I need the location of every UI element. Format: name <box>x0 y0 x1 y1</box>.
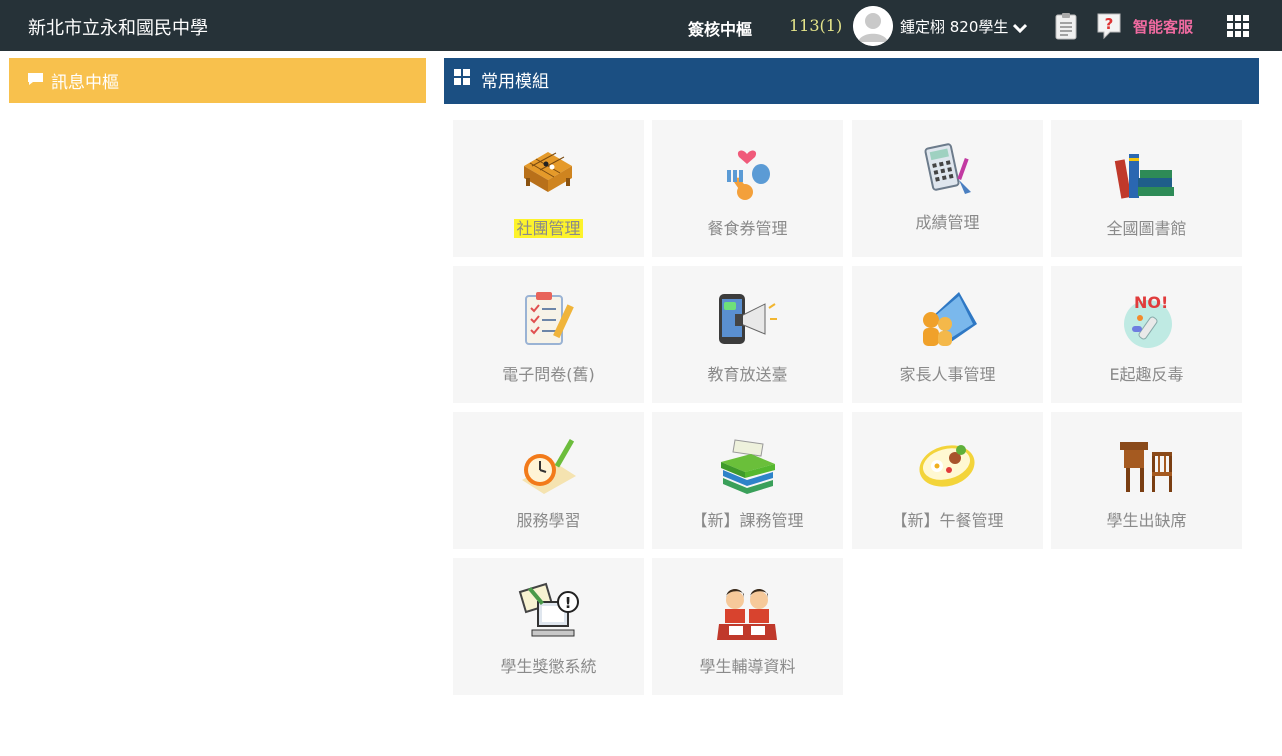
svg-text:!: ! <box>565 594 572 612</box>
calculator-grades-icon <box>924 143 971 194</box>
module-label: 【新】課務管理 <box>691 511 804 530</box>
module-label: 學生輔導資料 <box>699 657 796 676</box>
module-label: E起趣反毒 <box>1109 365 1184 384</box>
apps-grid-icon[interactable] <box>1227 15 1249 37</box>
module-tile[interactable]: 家長人事管理 <box>852 266 1043 403</box>
school-desk-icon <box>1120 442 1172 492</box>
module-tile[interactable]: 社團管理 <box>453 120 644 257</box>
module-label: 社團管理 <box>514 219 583 238</box>
svg-text:NO!: NO! <box>1134 293 1168 312</box>
user-name: 鍾定栩 820學生 <box>900 18 1009 36</box>
module-tile[interactable]: NO! E起趣反毒 <box>1051 266 1242 403</box>
module-tile[interactable]: 【新】午餐管理 <box>852 412 1043 549</box>
module-tile[interactable]: 服務學習 <box>453 412 644 549</box>
module-label: 電子問卷(舊) <box>502 365 595 384</box>
module-label: 成績管理 <box>915 213 980 232</box>
avatar[interactable] <box>853 6 893 46</box>
module-label: 【新】午餐管理 <box>891 511 1004 530</box>
go-board-icon <box>524 152 572 192</box>
module-tile[interactable]: 餐食券管理 <box>652 120 843 257</box>
module-tile[interactable]: 教育放送臺 <box>652 266 843 403</box>
anti-drug-icon: NO! <box>1124 293 1172 348</box>
module-tile[interactable]: 學生出缺席 <box>1051 412 1242 549</box>
school-name[interactable]: 新北市立永和國民中學 <box>28 14 208 40</box>
module-label: 教育放送臺 <box>707 365 788 384</box>
module-tile[interactable]: ! 學生獎懲系統 <box>453 558 644 695</box>
module-label: 全國圖書館 <box>1106 219 1187 238</box>
user-menu[interactable]: 鍾定栩 820學生 <box>900 16 1028 37</box>
message-center-title: 訊息中樞 <box>51 73 119 93</box>
module-tile[interactable]: 全國圖書館 <box>1051 120 1242 257</box>
user-avatar-icon <box>853 6 893 46</box>
students-counseling-icon <box>717 589 777 640</box>
chevron-down-icon <box>1013 23 1028 33</box>
meal-ticket-icon <box>727 150 770 200</box>
megaphone-phone-icon <box>719 294 777 344</box>
message-center-header: 訊息中樞 <box>9 58 426 103</box>
parents-book-icon <box>923 292 977 346</box>
computer-alert-icon: ! <box>518 582 579 637</box>
module-label: 餐食券管理 <box>707 219 788 238</box>
common-modules-title: 常用模組 <box>481 72 549 92</box>
stacked-books-icon <box>721 439 775 494</box>
clipboard-survey-icon <box>525 292 574 345</box>
books-icon <box>1114 154 1174 199</box>
module-label: 家長人事管理 <box>899 365 996 384</box>
module-tile[interactable]: 成績管理 <box>852 120 1043 257</box>
module-label: 學生出缺席 <box>1106 511 1187 530</box>
sign-center-link[interactable]: 簽核中樞 <box>688 16 752 40</box>
clock-pencil-icon <box>522 439 576 494</box>
module-tile[interactable]: 電子問卷(舊) <box>453 266 644 403</box>
module-tile[interactable]: 學生輔導資料 <box>652 558 843 695</box>
svg-text:?: ? <box>1105 15 1114 33</box>
common-modules-header: 常用模組 <box>444 58 1259 104</box>
smart-service-link[interactable]: 智能客服 <box>1133 16 1193 37</box>
term-selector[interactable]: 113(1) <box>789 16 842 35</box>
module-tile[interactable]: 【新】課務管理 <box>652 412 843 549</box>
help-question-icon[interactable]: ? <box>1096 12 1122 40</box>
top-navbar: 新北市立永和國民中學 簽核中樞 113(1) 鍾定栩 820學生 ? 智能客服 <box>0 0 1282 51</box>
module-label: 服務學習 <box>516 511 581 530</box>
clipboard-icon[interactable] <box>1055 12 1077 40</box>
lunch-box-icon <box>919 445 975 487</box>
chat-bubble-icon <box>28 73 43 85</box>
windows-grid-icon <box>454 69 471 86</box>
module-label: 學生獎懲系統 <box>500 657 597 676</box>
